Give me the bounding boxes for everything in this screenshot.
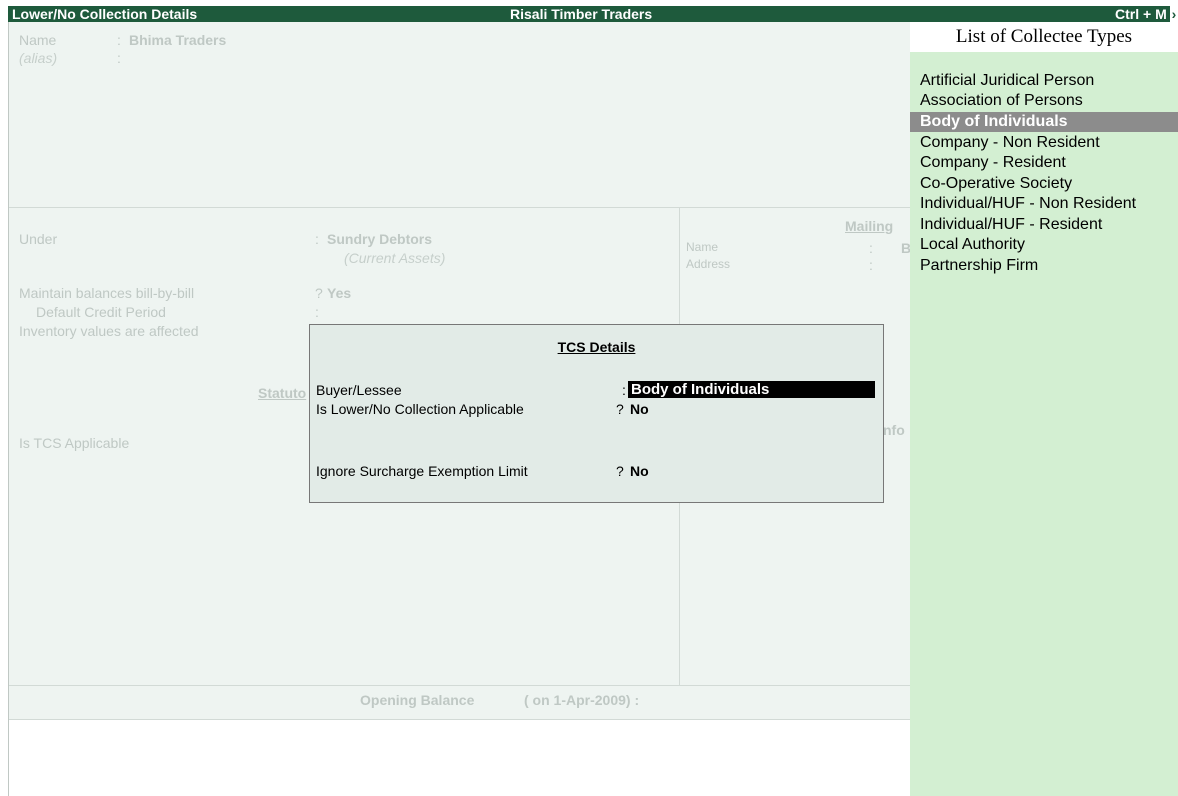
title-bar: Lower/No Collection Details Risali Timbe… (8, 6, 1178, 22)
opening-balance-label: Opening Balance (360, 692, 475, 708)
ignore-surcharge-field[interactable]: No (630, 463, 649, 479)
maintain-bill-value[interactable]: Yes (327, 285, 351, 301)
under-colon: : (315, 231, 319, 247)
divider (9, 207, 910, 208)
list-item[interactable]: Association of Persons (920, 91, 1083, 111)
under-value[interactable]: Sundry Debtors (327, 231, 432, 247)
list-item[interactable]: Company - Resident (920, 153, 1066, 173)
ignore-surcharge-label: Ignore Surcharge Exemption Limit (316, 463, 528, 479)
list-item[interactable]: Individual/HUF - Resident (920, 215, 1102, 235)
info-heading: nfo (883, 422, 905, 438)
tcs-applicable-label: Is TCS Applicable (19, 435, 130, 451)
list-item[interactable]: Individual/HUF - Non Resident (920, 194, 1136, 214)
screen-title: Lower/No Collection Details (12, 6, 198, 22)
company-name: Risali Timber Traders (510, 6, 653, 22)
maintain-bill-q: ? (315, 285, 323, 301)
mail-address-colon: : (869, 257, 873, 273)
list-title: List of Collectee Types (910, 22, 1178, 52)
list-item-selected[interactable]: Body of Individuals (910, 112, 1178, 132)
mail-name-colon: : (869, 240, 873, 256)
list-item[interactable]: Local Authority (920, 235, 1025, 255)
list-item[interactable]: Co-Operative Society (920, 174, 1072, 194)
under-label: Under (19, 231, 58, 247)
ignore-surcharge-q: ? (616, 463, 624, 479)
mail-address-label: Address (686, 257, 731, 271)
statutory-heading: Statuto (258, 385, 307, 401)
inventory-label: Inventory values are affected (19, 323, 199, 339)
under-subgroup: (Current Assets) (344, 250, 446, 266)
list-item[interactable]: Partnership Firm (920, 256, 1038, 276)
name-colon: : (117, 32, 121, 48)
credit-period-label: Default Credit Period (36, 304, 166, 320)
buyer-lessee-colon: : (622, 382, 626, 398)
collectee-type-list: List of Collectee Types Artificial Jurid… (910, 22, 1178, 796)
opening-balance-area[interactable] (9, 720, 910, 796)
dialog-title: TCS Details (557, 339, 636, 355)
name-value[interactable]: Bhima Traders (129, 32, 226, 48)
shortcut-hint: Ctrl + M (1115, 6, 1167, 22)
divider (9, 685, 910, 686)
expand-arrow-icon[interactable]: › (1170, 6, 1178, 22)
lower-collection-label: Is Lower/No Collection Applicable (316, 401, 524, 417)
list-item[interactable]: Company - Non Resident (920, 133, 1100, 153)
list-item[interactable]: Artificial Juridical Person (920, 71, 1094, 91)
lower-collection-q: ? (616, 401, 624, 417)
mail-name-label: Name (686, 240, 719, 254)
credit-period-colon: : (315, 304, 319, 320)
alias-label: (alias) (19, 50, 58, 66)
alias-colon: : (117, 50, 121, 66)
name-label: Name (19, 32, 57, 48)
buyer-lessee-label: Buyer/Lessee (316, 382, 402, 398)
lower-collection-field[interactable]: No (630, 401, 649, 417)
maintain-bill-label: Maintain balances bill-by-bill (19, 285, 195, 301)
buyer-lessee-field[interactable]: Body of Individuals (628, 381, 875, 398)
mailing-heading: Mailing (845, 218, 894, 234)
opening-balance-date: ( on 1-Apr-2009) : (524, 692, 640, 708)
tcs-details-dialog: TCS Details Buyer/Lessee : Body of Indiv… (309, 324, 884, 503)
